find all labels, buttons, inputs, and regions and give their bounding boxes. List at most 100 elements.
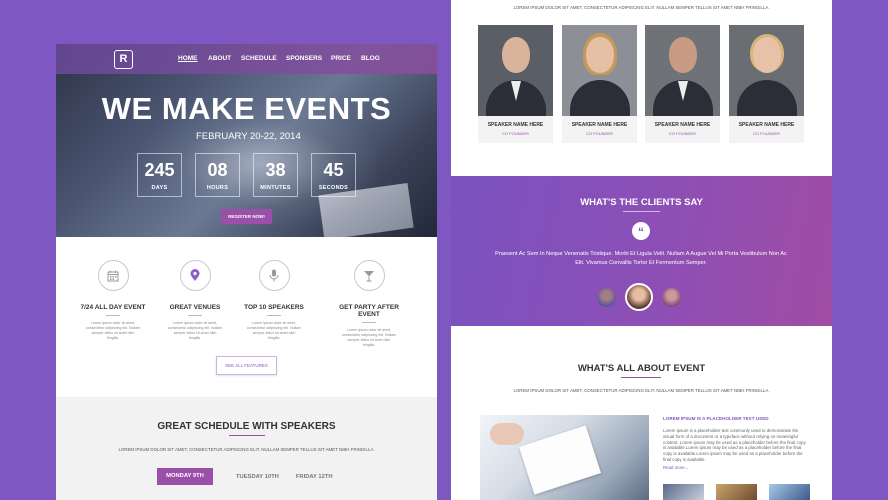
feature-item: GREAT VENUES Lorem ipsum dolor sit amet,… <box>155 260 235 341</box>
countdown-label: SECONDS <box>318 185 349 191</box>
feature-description: Lorem ipsum dolor sit amet, consectetur … <box>167 321 223 340</box>
right-page-preview: LOREM IPSUM DOLOR SIT AMET, CONSECTETUR … <box>451 0 832 500</box>
speaker-photo <box>645 25 720 116</box>
nav-schedule[interactable]: SCHEDULE <box>241 55 286 62</box>
about-heading: LOREM IPSUM IS A PLACEHOLDER TEXT USED <box>663 416 769 421</box>
divider <box>623 211 660 212</box>
countdown-days: 245 DAYS <box>137 153 182 197</box>
about-text: Lorem ipsum is a placeholder text common… <box>663 428 806 462</box>
read-more-link[interactable]: Read more... <box>663 465 688 470</box>
countdown-minutes: 38 MINTUTES <box>253 153 298 197</box>
divider <box>621 377 661 378</box>
speaker-photo <box>478 25 553 116</box>
testimonial-text: Praesent Ac Sem In Neque Venenatis Trist… <box>495 251 787 266</box>
speaker-info: SPEAKER NAME HERE CO FOUNDER <box>729 116 804 143</box>
countdown-value: 08 <box>207 160 228 180</box>
features-section: 7/24 ALL DAY EVENT Lorem ipsum dolor sit… <box>56 237 437 397</box>
countdown-value: 245 <box>144 160 175 180</box>
divider <box>362 322 376 323</box>
thumbnail-image[interactable] <box>663 484 704 500</box>
hero-date: FEBRUARY 20-22, 2014 <box>196 131 301 142</box>
about-title: WHAT'S ALL ABOUT EVENT <box>577 363 706 374</box>
about-thumbnails <box>663 484 810 500</box>
speaker-card[interactable]: SPEAKER NAME HERE CO FOUNDER <box>478 25 553 143</box>
divider <box>106 315 120 316</box>
feature-item: 7/24 ALL DAY EVENT Lorem ipsum dolor sit… <box>73 260 153 341</box>
countdown: 245 DAYS 08 HOURS 38 MINTUTES 45 SECONDS <box>137 153 356 197</box>
about-subtitle: LOREM IPSUM DOLOR SIT AMET, CONSECTETUR … <box>513 388 770 393</box>
nav-sponsers[interactable]: SPONSERS <box>286 55 331 62</box>
tab-tuesday[interactable]: TUESDAY 10TH <box>236 474 279 480</box>
countdown-value: 45 <box>323 160 344 180</box>
speaker-card[interactable]: SPEAKER NAME HERE CO FOUNDER <box>729 25 804 143</box>
schedule-section: GREAT SCHEDULE WITH SPEAKERS LOREM IPSUM… <box>56 397 437 500</box>
testimonials-section: WHAT'S THE CLIENTS SAY “ Praesent Ac Sem… <box>451 176 832 326</box>
hero-title: WE MAKE EVENTS <box>101 91 392 126</box>
nav-blog[interactable]: BLOG <box>361 55 391 62</box>
nav-home[interactable]: HOME <box>178 55 208 62</box>
countdown-label: DAYS <box>151 185 168 191</box>
feature-description: Lorem ipsum dolor sit amet, consectetur … <box>341 328 397 347</box>
speaker-card[interactable]: SPEAKER NAME HERE CO FOUNDER <box>645 25 720 143</box>
speaker-name: SPEAKER NAME HERE <box>571 122 628 128</box>
speaker-info: SPEAKER NAME HERE CO FOUNDER <box>562 116 637 143</box>
speaker-role: CO FOUNDER <box>586 131 613 136</box>
about-section: WHAT'S ALL ABOUT EVENT LOREM IPSUM DOLOR… <box>451 326 832 500</box>
feature-title: GREAT VENUES <box>169 304 221 311</box>
about-image <box>480 415 649 500</box>
divider <box>229 435 265 436</box>
speaker-name: SPEAKER NAME HERE <box>487 122 544 128</box>
feature-title: GET PARTY AFTER EVENT <box>339 304 399 318</box>
client-avatars <box>597 283 690 311</box>
tab-friday[interactable]: FRIDAY 12TH <box>296 474 333 480</box>
speaker-role: CO FOUNDER <box>669 131 696 136</box>
thumbnail-image[interactable] <box>769 484 810 500</box>
speaker-role: CO FOUNDER <box>753 131 780 136</box>
speaker-photo <box>729 25 804 116</box>
schedule-subtitle: LOREM IPSUM DOLOR SIT AMET, CONSECTETUR … <box>118 447 375 452</box>
feature-title: 7/24 ALL DAY EVENT <box>80 304 146 311</box>
countdown-hours: 08 HOURS <box>195 153 240 197</box>
speaker-photo <box>562 25 637 116</box>
nav-price[interactable]: PRICE <box>331 55 361 62</box>
left-page-preview: R HOME ABOUT SCHEDULE SPONSERS PRICE BLO… <box>56 44 437 500</box>
countdown-seconds: 45 SECONDS <box>311 153 356 197</box>
speaker-info: SPEAKER NAME HERE CO FOUNDER <box>478 116 553 143</box>
speaker-name: SPEAKER NAME HERE <box>738 122 795 128</box>
divider <box>267 315 281 316</box>
cocktail-icon <box>353 260 385 291</box>
thumbnail-image[interactable] <box>716 484 757 500</box>
see-all-features-button[interactable]: SEE ALL FEATURES <box>216 356 277 375</box>
avatar[interactable] <box>662 287 681 307</box>
speakers-subtitle: LOREM IPSUM DOLOR SIT AMET, CONSECTETUR … <box>513 5 770 10</box>
feature-description: Lorem ipsum dolor sit amet, consectetur … <box>85 321 141 340</box>
register-button[interactable]: REGISTER NOW! <box>221 209 272 224</box>
tab-monday[interactable]: MONDAY 9TH <box>157 468 213 485</box>
calendar-icon <box>97 260 129 291</box>
logo[interactable]: R <box>114 50 133 69</box>
countdown-label: MINTUTES <box>260 185 291 191</box>
countdown-label: HOURS <box>206 185 229 191</box>
feature-item: GET PARTY AFTER EVENT Lorem ipsum dolor … <box>329 260 409 348</box>
speaker-name: SPEAKER NAME HERE <box>654 122 711 128</box>
testimonials-title: WHAT'S THE CLIENTS SAY <box>580 197 703 208</box>
countdown-value: 38 <box>265 160 286 180</box>
location-pin-icon <box>179 260 211 291</box>
main-nav: HOME ABOUT SCHEDULE SPONSERS PRICE BLOG <box>178 55 391 62</box>
avatar[interactable] <box>597 287 616 307</box>
quote-icon: “ <box>632 222 650 240</box>
feature-item: TOP 10 SPEAKERS Lorem ipsum dolor sit am… <box>234 260 314 341</box>
speakers-section: LOREM IPSUM DOLOR SIT AMET, CONSECTETUR … <box>451 0 832 176</box>
feature-title: TOP 10 SPEAKERS <box>244 304 304 311</box>
speaker-role: CO FOUNDER <box>502 131 529 136</box>
schedule-tabs: MONDAY 9TH TUESDAY 10TH FRIDAY 12TH <box>157 468 350 485</box>
divider <box>188 315 202 316</box>
microphone-icon <box>258 260 290 291</box>
hero-section: R HOME ABOUT SCHEDULE SPONSERS PRICE BLO… <box>56 44 437 237</box>
speaker-info: SPEAKER NAME HERE CO FOUNDER <box>645 116 720 143</box>
feature-description: Lorem ipsum dolor sit amet, consectetur … <box>246 321 302 340</box>
nav-about[interactable]: ABOUT <box>208 55 241 62</box>
speaker-card[interactable]: SPEAKER NAME HERE CO FOUNDER <box>562 25 637 143</box>
avatar-active[interactable] <box>625 283 653 311</box>
schedule-title: GREAT SCHEDULE WITH SPEAKERS <box>157 421 336 432</box>
